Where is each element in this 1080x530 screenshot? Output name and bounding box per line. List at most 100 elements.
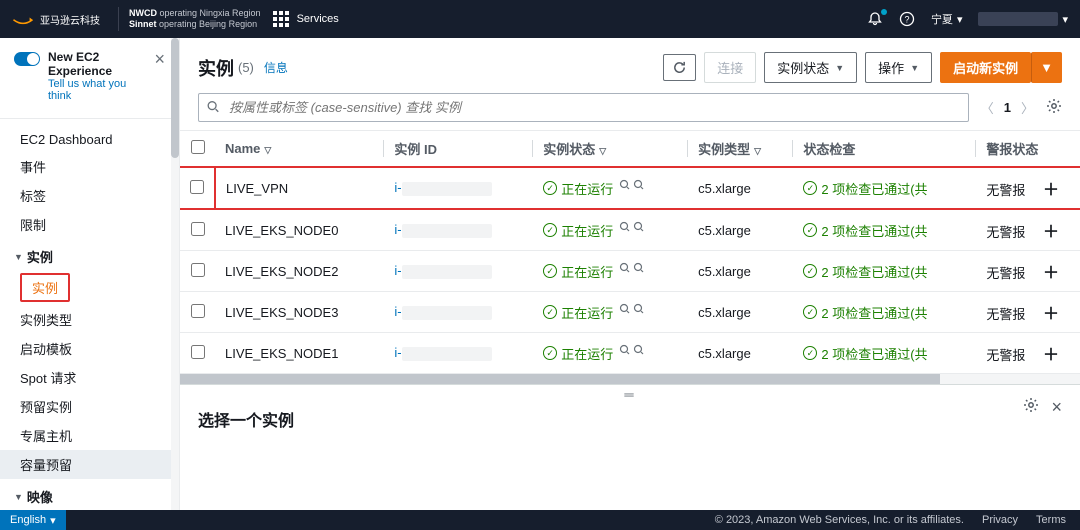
state-filter-icons[interactable]	[619, 221, 645, 233]
sidebar-item-spot[interactable]: Spot 请求	[0, 363, 179, 392]
notification-dot-icon	[881, 9, 887, 15]
terms-link[interactable]: Terms	[1036, 514, 1066, 526]
sort-icon: ▽	[599, 146, 606, 156]
sidebar-item-events[interactable]: 事件	[0, 152, 179, 181]
scroll-thumb[interactable]	[180, 374, 940, 384]
services-menu[interactable]: Services	[273, 11, 339, 27]
cell-name: LIVE_EKS_NODE0	[215, 209, 384, 251]
sidebar-item-capacity[interactable]: 容量预留	[0, 450, 179, 479]
cell-type: c5.xlarge	[688, 292, 793, 333]
cell-instance-id[interactable]: i-	[384, 333, 533, 374]
row-checkbox[interactable]	[191, 263, 205, 277]
add-alarm-button[interactable]: ＋	[1043, 306, 1059, 323]
logo-block[interactable]: 亚马逊云科技	[12, 11, 100, 27]
cell-alarm: 无警报 ＋	[976, 292, 1080, 333]
col-instance-id[interactable]: 实例 ID	[384, 131, 533, 167]
new-experience-banner: New EC2 Experience Tell us what you thin…	[0, 50, 179, 114]
table-row[interactable]: LIVE_EKS_NODE2i-✓正在运行c5.xlarge✓2 项检查已通过(…	[180, 251, 1080, 292]
copyright-text: © 2023, Amazon Web Services, Inc. or its…	[715, 514, 964, 526]
cell-instance-id[interactable]: i-	[384, 167, 533, 209]
actions-button[interactable]: 操作▼	[865, 52, 932, 83]
aws-logo-icon	[12, 11, 34, 27]
instance-count: (5)	[238, 60, 254, 75]
state-filter-icons[interactable]	[619, 179, 645, 191]
col-alarm[interactable]: 警报状态	[976, 131, 1080, 167]
pane-settings-button[interactable]	[1023, 397, 1039, 418]
sidebar-item-instance-types[interactable]: 实例类型	[0, 305, 179, 334]
cell-instance-id[interactable]: i-	[384, 251, 533, 292]
close-banner-button[interactable]: ×	[154, 50, 165, 68]
sidebar-item-limits[interactable]: 限制	[0, 210, 179, 239]
table-row[interactable]: LIVE_EKS_NODE1i-✓正在运行c5.xlarge✓2 项检查已通过(…	[180, 333, 1080, 374]
row-checkbox[interactable]	[191, 222, 205, 236]
row-checkbox[interactable]	[190, 180, 204, 194]
pane-drag-handle[interactable]: ═	[624, 387, 635, 402]
add-alarm-button[interactable]: ＋	[1043, 265, 1059, 282]
detail-pane: ═ × 选择一个实例	[180, 384, 1080, 510]
sidebar-item-dashboard[interactable]: EC2 Dashboard	[0, 127, 179, 152]
new-experience-link[interactable]: Tell us what you think	[48, 78, 146, 102]
sidebar-item-dedicated[interactable]: 专属主机	[0, 421, 179, 450]
table-row[interactable]: LIVE_EKS_NODE3i-✓正在运行c5.xlarge✓2 项检查已通过(…	[180, 292, 1080, 333]
notifications-button[interactable]	[867, 11, 883, 27]
main-content: 实例 (5) 信息 连接 实例状态▼ 操作▼ 启动新实例 ▼	[180, 38, 1080, 510]
refresh-button[interactable]	[663, 54, 696, 81]
sidebar-item-tags[interactable]: 标签	[0, 181, 179, 210]
launch-instance-dropdown[interactable]: ▼	[1031, 52, 1062, 83]
sidebar-item-launch-templates[interactable]: 启动模板	[0, 334, 179, 363]
sidebar-group-images[interactable]: ▼映像	[0, 479, 179, 510]
table-row[interactable]: LIVE_EKS_NODE0i-✓正在运行c5.xlarge✓2 项检查已通过(…	[180, 209, 1080, 251]
state-filter-icons[interactable]	[619, 303, 645, 315]
language-selector[interactable]: English▾	[0, 510, 66, 530]
table-settings-button[interactable]	[1046, 98, 1062, 117]
caret-down-icon: ▼	[14, 252, 23, 262]
col-name[interactable]: Name▽	[215, 131, 384, 167]
next-page-button[interactable]: 〉	[1021, 98, 1034, 117]
cell-state: ✓正在运行	[533, 209, 688, 251]
table-row[interactable]: LIVE_VPNi-✓正在运行c5.xlarge✓2 项检查已通过(共无警报 ＋…	[180, 167, 1080, 209]
connect-button[interactable]: 连接	[704, 52, 756, 83]
add-alarm-button[interactable]: ＋	[1043, 347, 1059, 364]
add-alarm-button[interactable]: ＋	[1043, 182, 1059, 199]
region-selector[interactable]: 宁夏 ▾	[931, 11, 963, 27]
cell-instance-id[interactable]: i-	[384, 209, 533, 251]
instance-state-button[interactable]: 实例状态▼	[764, 52, 857, 83]
cell-alarm: 无警报 ＋	[976, 251, 1080, 292]
help-button[interactable]: ?	[899, 11, 915, 27]
col-state[interactable]: 实例状态▽	[533, 131, 688, 167]
add-alarm-button[interactable]: ＋	[1043, 224, 1059, 241]
horizontal-scrollbar[interactable]	[180, 374, 1080, 384]
state-filter-icons[interactable]	[619, 344, 645, 356]
account-menu[interactable]: ▾	[978, 12, 1068, 26]
cell-status-check: ✓2 项检查已通过(共	[793, 292, 976, 333]
cell-type: c5.xlarge	[688, 333, 793, 374]
pane-close-button[interactable]: ×	[1051, 397, 1062, 418]
sidebar-group-instances[interactable]: ▼实例	[0, 239, 179, 270]
search-box	[198, 93, 969, 122]
cell-instance-id[interactable]: i-	[384, 292, 533, 333]
nav-divider	[118, 7, 119, 31]
caret-down-icon: ▼	[14, 492, 23, 502]
state-filter-icons[interactable]	[619, 262, 645, 274]
status-ok-icon: ✓	[803, 181, 817, 195]
row-checkbox[interactable]	[191, 304, 205, 318]
search-input[interactable]	[198, 93, 969, 122]
select-all-checkbox[interactable]	[191, 140, 205, 154]
launch-instance-button[interactable]: 启动新实例	[940, 52, 1031, 83]
sidebar-scrollthumb[interactable]	[171, 38, 179, 158]
new-experience-toggle[interactable]	[14, 52, 40, 66]
prev-page-button[interactable]: 〈	[981, 98, 994, 117]
info-link[interactable]: 信息	[264, 59, 288, 76]
privacy-link[interactable]: Privacy	[982, 514, 1018, 526]
sidebar-item-instances[interactable]: 实例	[20, 273, 70, 302]
col-status-check[interactable]: 状态检查	[793, 131, 976, 167]
sidebar-item-reserved[interactable]: 预留实例	[0, 392, 179, 421]
cell-alarm: 无警报 ＋	[976, 167, 1080, 209]
cell-state: ✓正在运行	[533, 292, 688, 333]
col-type[interactable]: 实例类型▽	[688, 131, 793, 167]
redacted-id	[402, 306, 492, 320]
cell-name: LIVE_VPN	[215, 167, 384, 209]
row-checkbox[interactable]	[191, 345, 205, 359]
table-header-row: Name▽ 实例 ID 实例状态▽ 实例类型▽ 状态检查 警报状态 可用区▽	[180, 131, 1080, 167]
cell-state: ✓正在运行	[533, 167, 688, 209]
